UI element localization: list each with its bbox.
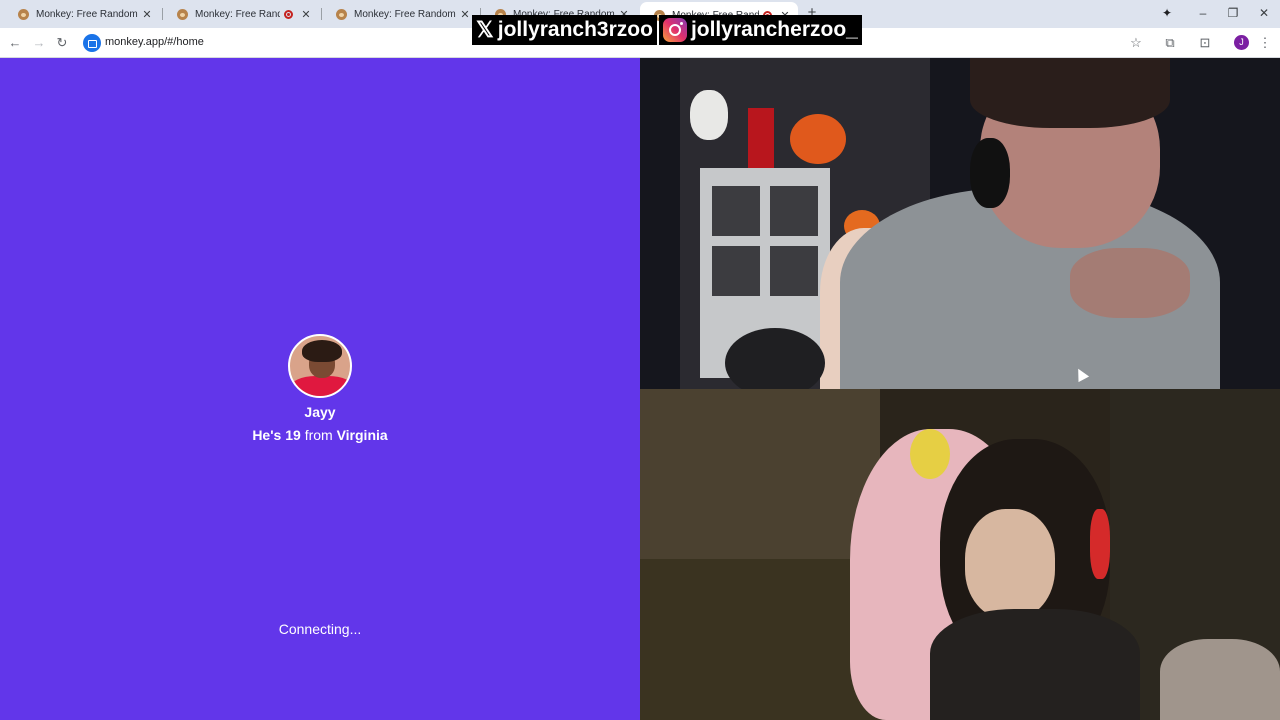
remote-video-feed xyxy=(640,58,1280,389)
x-handle-text: jollyranch3rzoo xyxy=(497,18,653,41)
match-from-word: from xyxy=(304,427,333,443)
close-window-icon[interactable]: ✕ xyxy=(1255,5,1273,21)
match-info-panel: Jayy He's 19 from Virginia Connecting... xyxy=(0,58,640,720)
star-icon[interactable]: ☆ xyxy=(1127,34,1145,52)
browser-tab-2[interactable]: Monkey: Free Random Video Chat ✕ xyxy=(163,3,319,25)
recording-indicator-icon xyxy=(284,9,293,19)
browser-tab-1[interactable]: Monkey: Free Random Video Chat ✕ xyxy=(4,3,160,25)
tab-title: Monkey: Free Random Video Chat xyxy=(36,8,140,20)
tab-title: Monkey: Free Random Video Chat xyxy=(195,8,280,20)
monkey-favicon-icon xyxy=(177,8,188,20)
profile-avatar[interactable]: J xyxy=(1234,35,1249,50)
x-handle-badge: 𝕏 jollyranch3rzoo xyxy=(472,15,657,45)
social-handles-overlay: 𝕏 jollyranch3rzoo jollyrancherzoo_ xyxy=(472,15,862,45)
match-location: Virginia xyxy=(336,427,388,443)
x-logo-icon: 𝕏 xyxy=(476,17,494,42)
match-avatar xyxy=(288,334,352,398)
self-video-feed xyxy=(640,389,1280,720)
match-pronoun: He's xyxy=(252,427,282,443)
restore-icon[interactable]: ❐ xyxy=(1224,5,1242,21)
match-age: 19 xyxy=(285,427,301,443)
minimize-icon[interactable]: – xyxy=(1194,5,1212,21)
site-icon[interactable] xyxy=(83,34,101,52)
extensions-icon[interactable]: ⧉ xyxy=(1161,34,1179,52)
monkey-favicon-icon xyxy=(18,8,29,20)
monkey-favicon-icon xyxy=(336,8,347,20)
tab-search-icon[interactable]: ⊡ xyxy=(1196,34,1214,52)
match-name: Jayy xyxy=(304,404,336,420)
connection-status: Connecting... xyxy=(278,621,362,637)
instagram-handle-badge: jollyrancherzoo_ xyxy=(658,15,862,45)
tab-title: Monkey: Free Random Video Chat xyxy=(354,8,458,20)
close-tab-icon[interactable]: ✕ xyxy=(140,8,154,21)
forward-icon[interactable]: → xyxy=(30,34,48,52)
close-tab-icon[interactable]: ✕ xyxy=(458,8,472,21)
reload-icon[interactable]: ↻ xyxy=(53,34,71,52)
instagram-icon xyxy=(662,18,687,42)
gemini-spark-icon[interactable]: ✦ xyxy=(1158,5,1176,21)
browser-tab-3[interactable]: Monkey: Free Random Video Chat ✕ xyxy=(322,3,478,25)
back-icon[interactable]: ← xyxy=(6,34,24,52)
match-details: He's 19 from Virginia xyxy=(0,427,640,443)
menu-icon[interactable]: ⋮ xyxy=(1256,34,1274,52)
close-tab-icon[interactable]: ✕ xyxy=(299,8,313,21)
instagram-handle-text: jollyrancherzoo_ xyxy=(690,18,858,41)
url-text[interactable]: monkey.app/#/home xyxy=(105,36,204,48)
